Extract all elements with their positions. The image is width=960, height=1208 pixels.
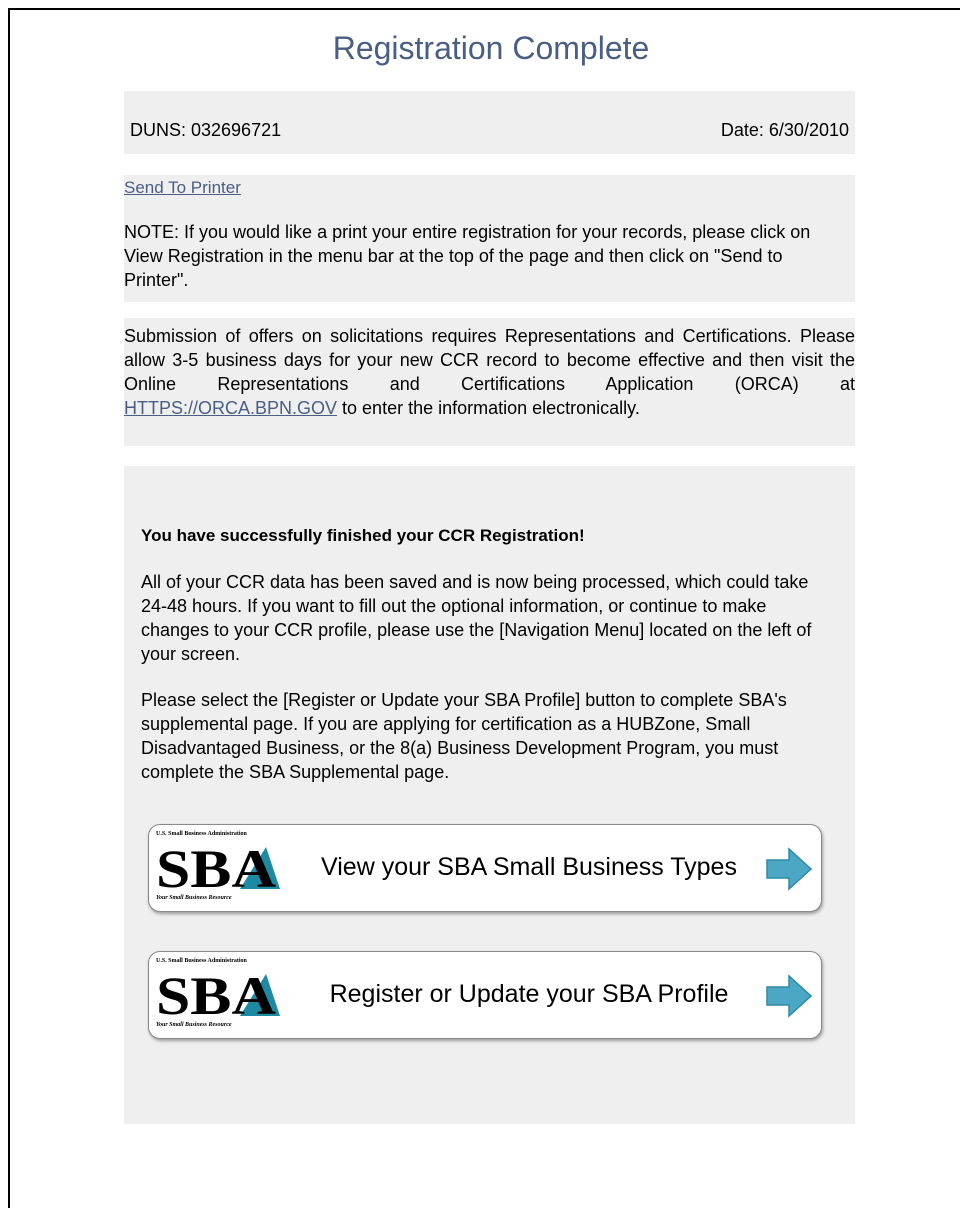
sba-logo: U.S. Small Business Administration SBA Y…: [156, 958, 286, 1034]
completion-heading: You have successfully finished your CCR …: [141, 526, 585, 545]
register-update-sba-profile-button[interactable]: U.S. Small Business Administration SBA Y…: [148, 951, 822, 1039]
sba-logo-top-text: U.S. Small Business Administration: [156, 831, 247, 837]
view-sba-business-types-button[interactable]: U.S. Small Business Administration SBA Y…: [148, 824, 822, 912]
right-arrow-icon: [766, 974, 813, 1018]
completion-paragraph: All of your CCR data has been saved and …: [141, 572, 812, 664]
orca-text-before: Submission of offers on solicitations re…: [124, 326, 855, 394]
sba-logo-mark: SBA: [156, 968, 280, 1020]
sba-logo-text: SBA: [156, 968, 276, 1020]
orca-panel: Submission of offers on solicitations re…: [124, 318, 855, 446]
completion-panel: You have successfully finished your CCR …: [124, 466, 855, 1124]
print-note: NOTE: If you would like a print your ent…: [124, 222, 811, 290]
sba-instructions-paragraph: Please select the [Register or Update yo…: [141, 690, 787, 782]
duns-date-bar: DUNS: 032696721 Date: 6/30/2010: [124, 91, 855, 154]
orca-text: Submission of offers on solicitations re…: [124, 324, 855, 420]
orca-link[interactable]: HTTPS://ORCA.BPN.GOV: [124, 398, 337, 418]
orca-text-after: to enter the information electronically.: [337, 398, 640, 418]
duns-number: DUNS: 032696721: [130, 120, 282, 140]
sba-logo-bottom-text: Your Small Business Resource: [156, 1022, 232, 1028]
print-panel: Send To Printer NOTE: If you would like …: [124, 175, 855, 302]
right-arrow-icon: [766, 847, 813, 891]
sba-logo: U.S. Small Business Administration SBA Y…: [156, 831, 286, 907]
send-to-printer-link[interactable]: Send To Printer: [124, 178, 241, 198]
view-sba-business-types-label: View your SBA Small Business Types: [321, 853, 737, 881]
sba-logo-text: SBA: [156, 841, 276, 893]
sba-logo-mark: SBA: [156, 841, 280, 893]
register-update-sba-profile-label: Register or Update your SBA Profile: [329, 980, 729, 1008]
registration-date: Date: 6/30/2010: [720, 120, 849, 140]
page-title: Registration Complete: [332, 30, 650, 66]
sba-logo-top-text: U.S. Small Business Administration: [156, 958, 247, 964]
sba-logo-bottom-text: Your Small Business Resource: [156, 895, 232, 901]
